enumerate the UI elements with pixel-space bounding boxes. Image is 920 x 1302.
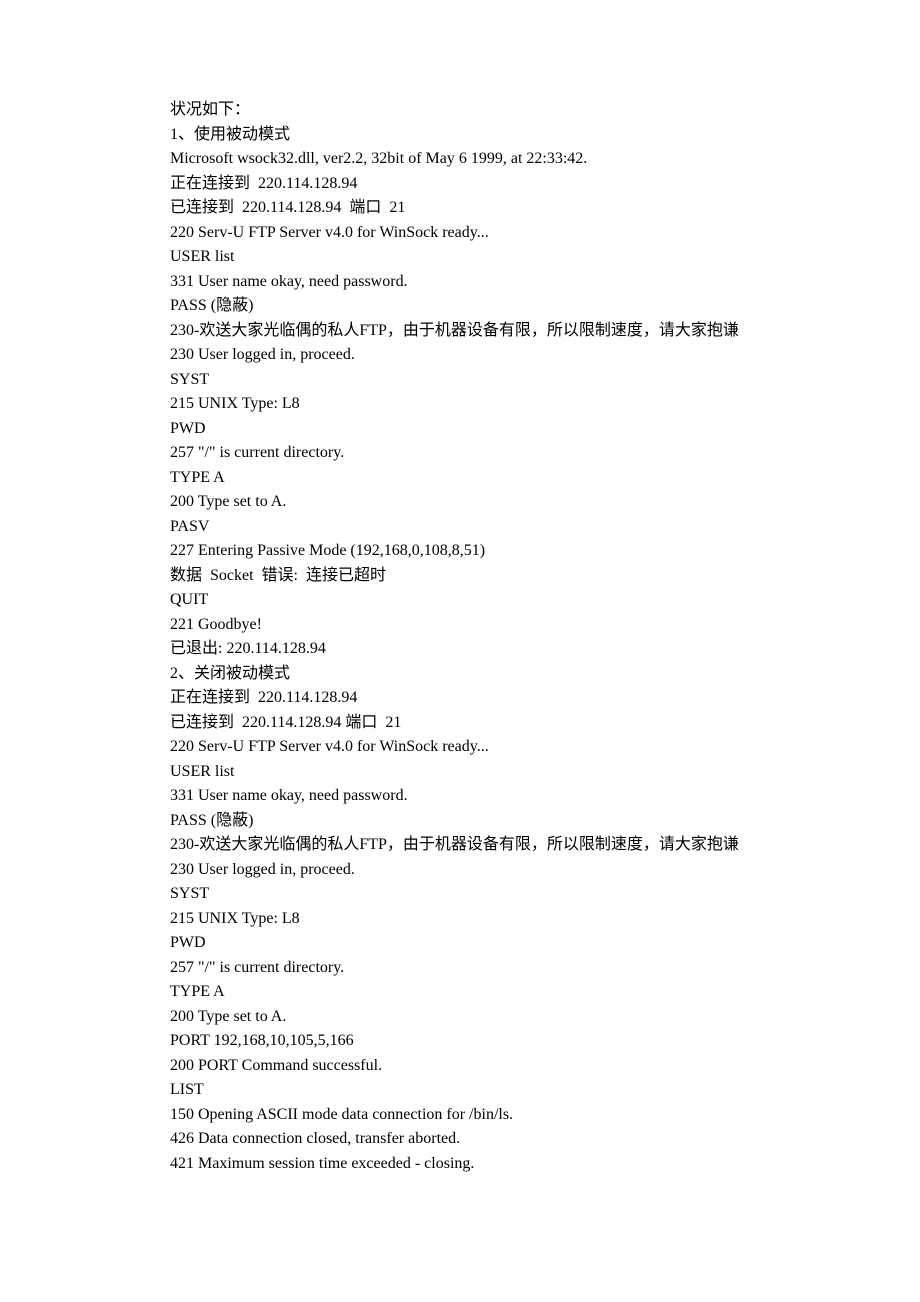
text-line: 331 User name okay, need password.	[170, 784, 750, 809]
text-line: 230 User logged in, proceed.	[170, 858, 750, 883]
text-line: SYST	[170, 368, 750, 393]
text-line: TYPE A	[170, 466, 750, 491]
text-line: 230-欢送大家光临偶的私人FTP，由于机器设备有限，所以限制速度，请大家抱谦	[170, 833, 750, 858]
text-line: PWD	[170, 417, 750, 442]
text-line: 220 Serv-U FTP Server v4.0 for WinSock r…	[170, 735, 750, 760]
text-line: 421 Maximum session time exceeded - clos…	[170, 1152, 750, 1177]
text-line: 状况如下：	[170, 98, 750, 123]
text-line: Microsoft wsock32.dll, ver2.2, 32bit of …	[170, 147, 750, 172]
text-line: 230 User logged in, proceed.	[170, 343, 750, 368]
text-line: 正在连接到 220.114.128.94	[170, 172, 750, 197]
text-line: 331 User name okay, need password.	[170, 270, 750, 295]
text-line: PORT 192,168,10,105,5,166	[170, 1029, 750, 1054]
text-line: 2、关闭被动模式	[170, 662, 750, 687]
text-line: USER list	[170, 760, 750, 785]
text-line: PWD	[170, 931, 750, 956]
text-line: 215 UNIX Type: L8	[170, 907, 750, 932]
text-line: 220 Serv-U FTP Server v4.0 for WinSock r…	[170, 221, 750, 246]
text-line: 150 Opening ASCII mode data connection f…	[170, 1103, 750, 1128]
text-line: 200 Type set to A.	[170, 1005, 750, 1030]
text-line: 正在连接到 220.114.128.94	[170, 686, 750, 711]
text-line: 已退出: 220.114.128.94	[170, 637, 750, 662]
text-line: LIST	[170, 1078, 750, 1103]
text-line: 215 UNIX Type: L8	[170, 392, 750, 417]
text-line: 数据 Socket 错误: 连接已超时	[170, 564, 750, 589]
text-line: 已连接到 220.114.128.94 端口 21	[170, 196, 750, 221]
text-line: 1、使用被动模式	[170, 123, 750, 148]
text-line: 257 "/" is current directory.	[170, 956, 750, 981]
text-line: QUIT	[170, 588, 750, 613]
document-page: 状况如下： 1、使用被动模式 Microsoft wsock32.dll, ve…	[0, 0, 920, 1302]
text-line: 200 PORT Command successful.	[170, 1054, 750, 1079]
text-line: 227 Entering Passive Mode (192,168,0,108…	[170, 539, 750, 564]
text-line: PASS (隐蔽)	[170, 294, 750, 319]
text-line: 221 Goodbye!	[170, 613, 750, 638]
text-line: PASS (隐蔽)	[170, 809, 750, 834]
text-line: 230-欢送大家光临偶的私人FTP，由于机器设备有限，所以限制速度，请大家抱谦	[170, 319, 750, 344]
text-line: SYST	[170, 882, 750, 907]
text-line: 426 Data connection closed, transfer abo…	[170, 1127, 750, 1152]
text-line: 200 Type set to A.	[170, 490, 750, 515]
text-line: TYPE A	[170, 980, 750, 1005]
text-line: PASV	[170, 515, 750, 540]
text-line: 已连接到 220.114.128.94 端口 21	[170, 711, 750, 736]
text-line: USER list	[170, 245, 750, 270]
text-line: 257 "/" is current directory.	[170, 441, 750, 466]
